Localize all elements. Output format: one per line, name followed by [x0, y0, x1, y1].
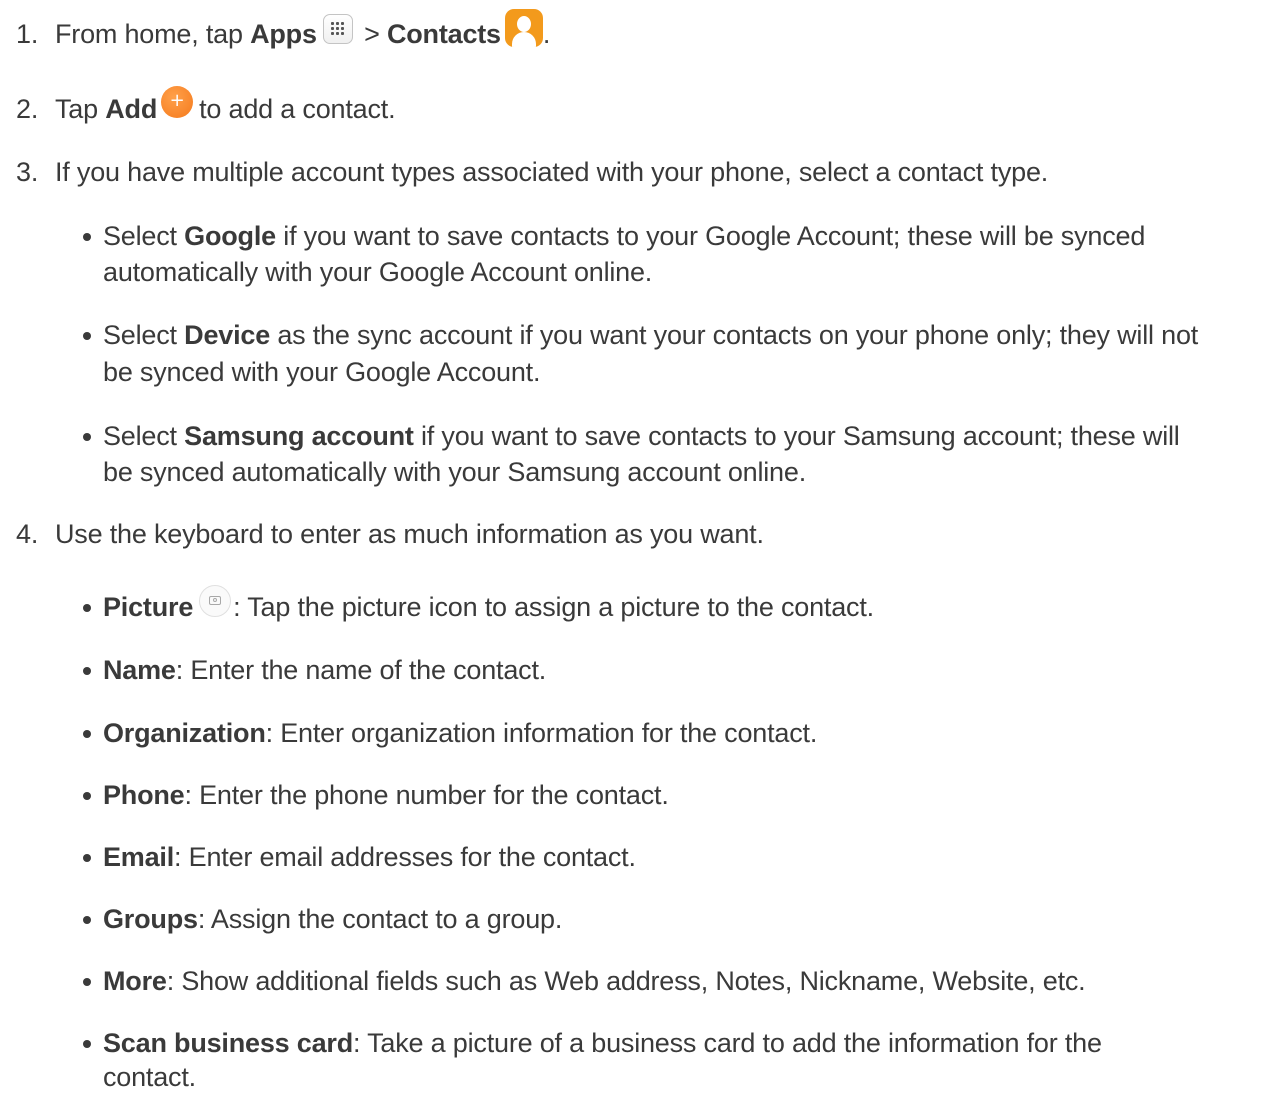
step-text: Tap Add + to add a contact.	[55, 85, 396, 125]
bullet-dot	[83, 433, 91, 441]
step-number: 3.	[16, 157, 39, 187]
step-number: 4.	[16, 519, 39, 549]
bullet-dot	[83, 730, 91, 738]
bullet-dot	[83, 233, 91, 241]
bullet-dot	[83, 667, 91, 675]
apps-label: Apps	[250, 19, 317, 49]
bullet-dot	[83, 854, 91, 862]
add-plus-icon: +	[161, 85, 194, 118]
field-bullet-groups: Groups: Assign the contact to a group.	[103, 904, 563, 934]
contacts-icon	[504, 8, 543, 47]
bullet-dot	[83, 916, 91, 924]
bullet-dot	[83, 332, 91, 340]
account-bullet-google-cont: automatically with your Google Account o…	[103, 257, 653, 287]
step-number: 1.	[16, 19, 39, 49]
account-bullet-samsung: Select Samsung account if you want to sa…	[103, 421, 1180, 451]
field-bullet-phone: Phone: Enter the phone number for the co…	[103, 780, 669, 810]
field-bullet-more: More: Show additional fields such as Web…	[103, 966, 1086, 996]
bullet-dot	[83, 978, 91, 986]
contacts-label: Contacts	[386, 19, 501, 49]
bullet-dot	[83, 1040, 91, 1048]
apps-grid-icon	[322, 13, 353, 44]
step-number: 2.	[16, 94, 39, 124]
field-bullet-name: Name: Enter the name of the contact.	[103, 655, 547, 685]
bullet-dot	[83, 604, 91, 612]
field-bullet-email: Email: Enter email addresses for the con…	[103, 842, 636, 872]
account-bullet-device: Select Device as the sync account if you…	[103, 320, 1199, 350]
bullet-dot	[83, 792, 91, 800]
account-bullet-samsung-cont: be synced automatically with your Samsun…	[103, 457, 806, 487]
account-bullet-device-cont: be synced with your Google Account.	[103, 357, 541, 387]
field-bullet-organization: Organization: Enter organization informa…	[103, 718, 818, 748]
step-text: If you have multiple account types assoc…	[55, 157, 1049, 187]
field-bullet-picture: Picture: Tap the picture icon to assign …	[103, 584, 874, 623]
field-bullet-scan-business-card: Scan business card: Take a picture of a …	[103, 1028, 1102, 1058]
account-bullet-google: Select Google if you want to save contac…	[103, 221, 1146, 251]
step-text: Use the keyboard to enter as much inform…	[55, 519, 764, 549]
camera-icon	[199, 584, 232, 617]
step-text: From home, tap Apps > Contacts.	[55, 8, 550, 50]
field-bullet-scan-business-card-cont: contact.	[103, 1062, 196, 1092]
add-label: Add	[105, 94, 158, 124]
